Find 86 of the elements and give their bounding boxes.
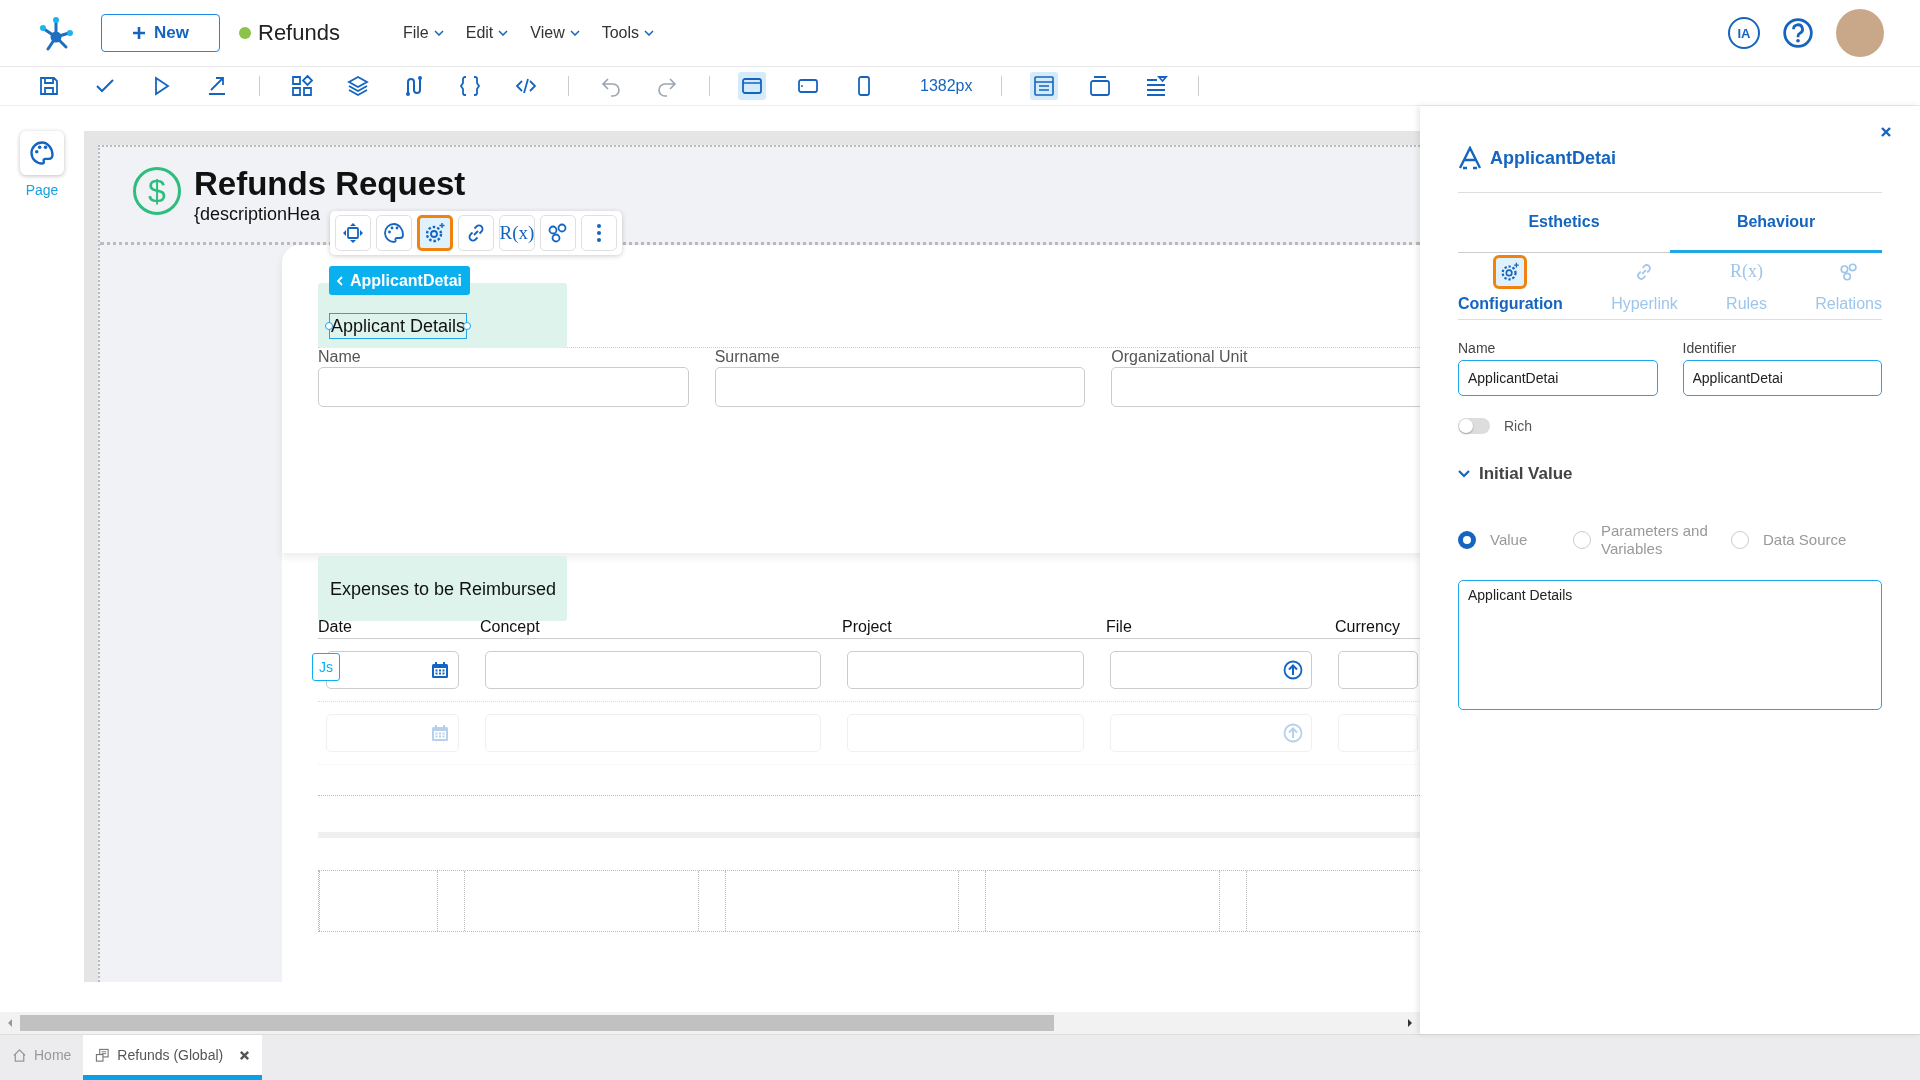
calendar-icon xyxy=(430,660,450,680)
scroll-left-icon[interactable] xyxy=(6,1018,14,1028)
field-label: Name xyxy=(1458,339,1497,356)
identifier-input[interactable]: ApplicantDetai xyxy=(1682,359,1882,396)
empty-cell[interactable] xyxy=(319,871,438,931)
link-tool-button[interactable] xyxy=(458,215,494,251)
radio-option[interactable]: Data Source xyxy=(1731,530,1847,549)
relations-icon xyxy=(1837,260,1860,283)
upload-icon xyxy=(1283,723,1303,743)
empty-cell[interactable] xyxy=(724,871,960,931)
new-button[interactable]: New xyxy=(101,14,220,52)
empty-cell[interactable] xyxy=(463,871,699,931)
horizontal-scrollbar[interactable] xyxy=(0,1012,1420,1034)
column-header: Currency xyxy=(1335,618,1400,636)
chevron-down-icon xyxy=(1458,469,1470,478)
page-subtitle: {descriptionHea xyxy=(194,204,322,225)
column-header: Concept xyxy=(480,618,540,636)
dollar-icon: $ xyxy=(133,167,181,215)
input-field[interactable] xyxy=(847,651,1084,689)
settings-icon xyxy=(1499,260,1522,283)
input-field[interactable] xyxy=(1338,651,1418,689)
settings-icon xyxy=(423,221,447,245)
section-title: Expenses to be Reimbursed xyxy=(329,577,558,601)
caret-icon xyxy=(498,30,509,36)
chevron-left-icon xyxy=(337,275,343,286)
panel-title: ApplicantDetai xyxy=(1490,147,1617,169)
palette-icon xyxy=(28,139,56,167)
page-button[interactable] xyxy=(20,131,64,175)
field-label: Identifier xyxy=(1682,339,1738,356)
status-dot xyxy=(239,27,251,39)
ai-assistant-button[interactable]: IA xyxy=(1728,17,1760,49)
desktop-view-icon[interactable] xyxy=(738,72,766,100)
menu-item[interactable]: View xyxy=(530,24,580,42)
panel-tab[interactable]: Behaviour xyxy=(1670,193,1882,253)
input-field[interactable] xyxy=(1111,367,1420,407)
menu-item[interactable]: Tools xyxy=(601,24,655,42)
rich-toggle[interactable] xyxy=(1458,417,1490,434)
canvas-width-reading: 1382px xyxy=(920,77,973,95)
input-field[interactable] xyxy=(1110,651,1312,689)
name-input[interactable]: ApplicantDetai xyxy=(1458,359,1658,396)
palette-tool-button[interactable] xyxy=(376,215,412,251)
close-icon[interactable] xyxy=(239,1049,251,1061)
menu-item[interactable]: Edit xyxy=(465,24,509,42)
column-header: Project xyxy=(842,618,892,636)
home-icon xyxy=(12,1047,27,1063)
page-title: Refunds Request xyxy=(194,164,466,204)
field-label: Name xyxy=(318,348,362,366)
field-label: Surname xyxy=(714,348,781,366)
config-tool-button[interactable] xyxy=(417,215,453,251)
input-field[interactable] xyxy=(485,651,821,689)
input-field[interactable] xyxy=(318,367,689,407)
move-icon xyxy=(341,221,365,245)
more-tool-button[interactable] xyxy=(581,215,617,251)
layout-icon[interactable] xyxy=(1029,72,1058,100)
relations-tool-button[interactable] xyxy=(540,215,576,251)
initial-value-textarea[interactable]: Applicant Details xyxy=(1458,579,1882,710)
text-element-icon xyxy=(1458,146,1482,170)
palette-icon xyxy=(382,221,406,245)
panel-tab[interactable]: Esthetics xyxy=(1458,193,1670,253)
toggle-label: Rich xyxy=(1504,417,1532,434)
plus-icon xyxy=(132,26,146,40)
empty-cell[interactable] xyxy=(985,871,1221,931)
menu-item[interactable]: File xyxy=(402,24,444,42)
help-icon[interactable] xyxy=(1782,17,1814,49)
calendar-icon xyxy=(430,723,450,743)
document-tab[interactable]: Refunds (Global) xyxy=(83,1035,263,1080)
column-header: Date xyxy=(318,618,352,636)
radio-option[interactable]: Value xyxy=(1458,530,1573,549)
rules-tool-button[interactable]: R(x) xyxy=(499,215,535,251)
caret-icon xyxy=(644,30,655,36)
upload-icon xyxy=(1283,660,1303,680)
radio-option[interactable]: Parameters and Variables xyxy=(1573,521,1731,558)
scroll-right-icon[interactable] xyxy=(1406,1018,1414,1028)
sub-tab[interactable]: Configuration xyxy=(1458,254,1563,313)
page-label: Page xyxy=(25,182,59,198)
caret-icon xyxy=(569,30,580,36)
close-icon[interactable] xyxy=(1880,126,1892,138)
field-label: Organizational Unit xyxy=(1111,348,1249,366)
input-field[interactable] xyxy=(714,367,1086,407)
more-icon xyxy=(597,224,601,242)
form-icon xyxy=(95,1047,111,1063)
move-tool-button[interactable] xyxy=(335,215,371,251)
initial-value-section-toggle[interactable]: Initial Value xyxy=(1458,463,1573,484)
column-header: File xyxy=(1106,618,1132,636)
app-title: Refunds xyxy=(258,20,340,46)
caret-icon xyxy=(433,30,444,36)
